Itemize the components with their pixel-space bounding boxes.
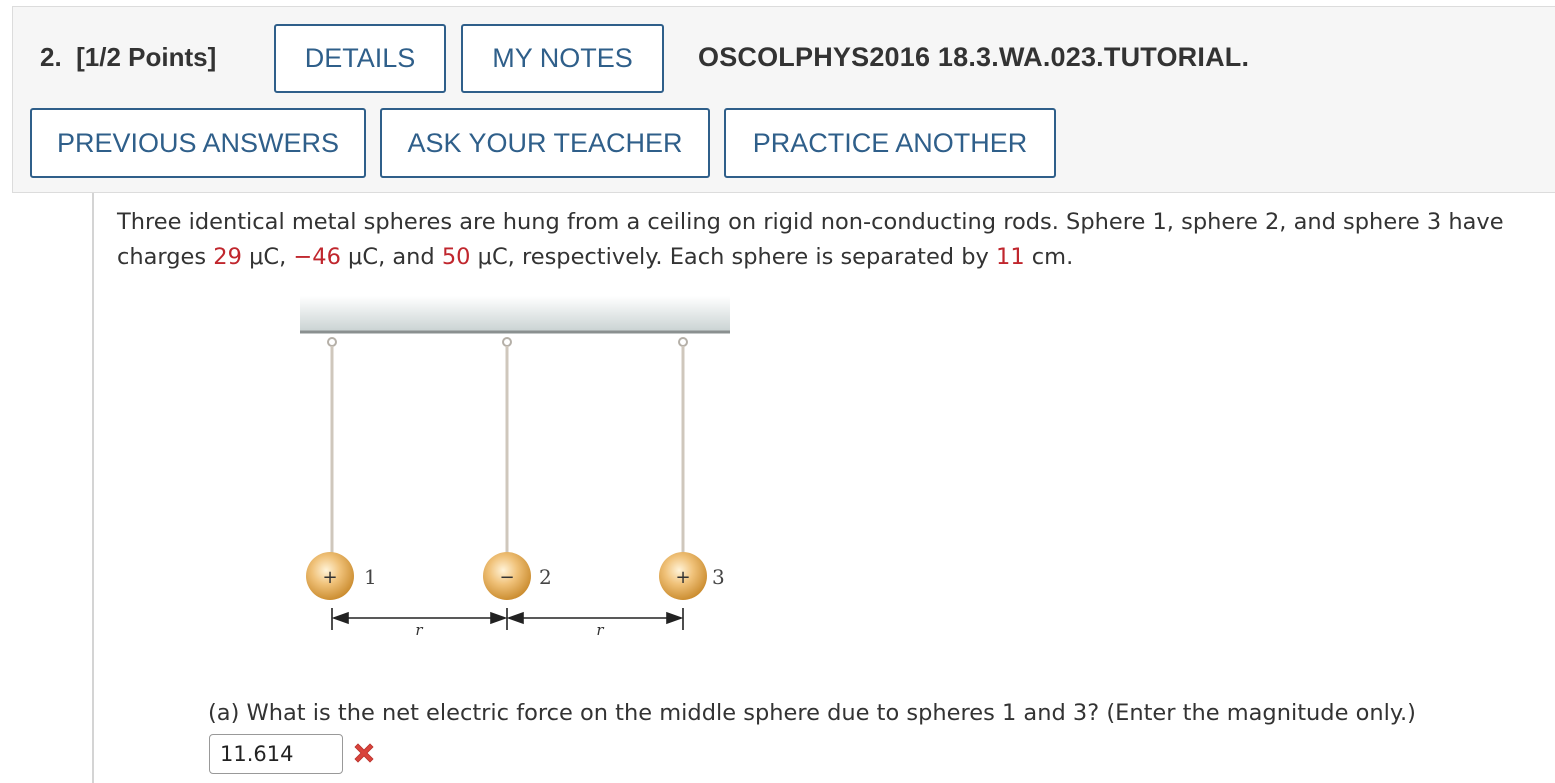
rod-3 bbox=[678, 337, 688, 554]
details-button[interactable]: DETAILS bbox=[274, 24, 446, 93]
my-notes-button[interactable]: MY NOTES bbox=[461, 24, 664, 93]
sphere-1-label: 1 bbox=[364, 565, 377, 589]
question-number-and-points: 2. [1/2 Points] bbox=[40, 42, 216, 73]
question-reference: OSCOLPHYS2016 18.3.WA.023.TUTORIAL. bbox=[698, 42, 1250, 72]
charge-3-value: 50 bbox=[441, 244, 471, 270]
previous-answers-button[interactable]: PREVIOUS ANSWERS bbox=[30, 108, 366, 178]
sphere-2-sign: − bbox=[499, 567, 514, 588]
sphere-2-label: 2 bbox=[539, 565, 552, 589]
ceiling bbox=[300, 296, 730, 332]
sphere-3-sign: + bbox=[675, 567, 690, 588]
problem-statement: Three identical metal spheres are hung f… bbox=[117, 205, 1547, 275]
distance-label-2: r bbox=[596, 621, 604, 636]
problem-text: cm. bbox=[1024, 244, 1074, 270]
part-a-answer-input[interactable]: 11.614 bbox=[209, 734, 343, 774]
problem-line-1: Three identical metal spheres are hung f… bbox=[117, 209, 1504, 235]
ask-your-teacher-button[interactable]: ASK YOUR TEACHER bbox=[380, 108, 710, 178]
part-a-question: (a) What is the net electric force on th… bbox=[208, 700, 1416, 726]
question-number: 2. bbox=[40, 42, 62, 72]
problem-line-2: charges 29 μC, −46 μC, and 50 μC, respec… bbox=[117, 240, 1547, 275]
content-left-rule bbox=[92, 193, 94, 783]
sphere-2: − bbox=[483, 552, 531, 600]
sphere-3-label: 3 bbox=[712, 565, 725, 589]
problem-text: μC, bbox=[241, 244, 294, 270]
separation-value: 11 bbox=[996, 244, 1025, 270]
problem-text: μC, respectively. Each sphere is separat… bbox=[470, 244, 996, 270]
rod-1 bbox=[327, 337, 337, 554]
question-points: [1/2 Points] bbox=[76, 42, 217, 72]
practice-another-button[interactable]: PRACTICE ANOTHER bbox=[724, 108, 1056, 178]
problem-text: charges bbox=[117, 244, 214, 270]
sphere-3: + bbox=[659, 552, 707, 600]
sphere-1-sign: + bbox=[322, 567, 337, 588]
sphere-1: + bbox=[306, 552, 354, 600]
incorrect-x-icon bbox=[354, 743, 374, 763]
charge-2-value: −46 bbox=[293, 244, 341, 270]
hanging-spheres-figure: + 1 − 2 + 3 r r bbox=[300, 296, 730, 636]
rod-2 bbox=[502, 337, 512, 554]
charge-1-value: 29 bbox=[213, 244, 242, 270]
distance-arrow-2 bbox=[506, 608, 684, 630]
problem-text: μC, and bbox=[340, 244, 442, 270]
distance-label-1: r bbox=[415, 621, 423, 636]
